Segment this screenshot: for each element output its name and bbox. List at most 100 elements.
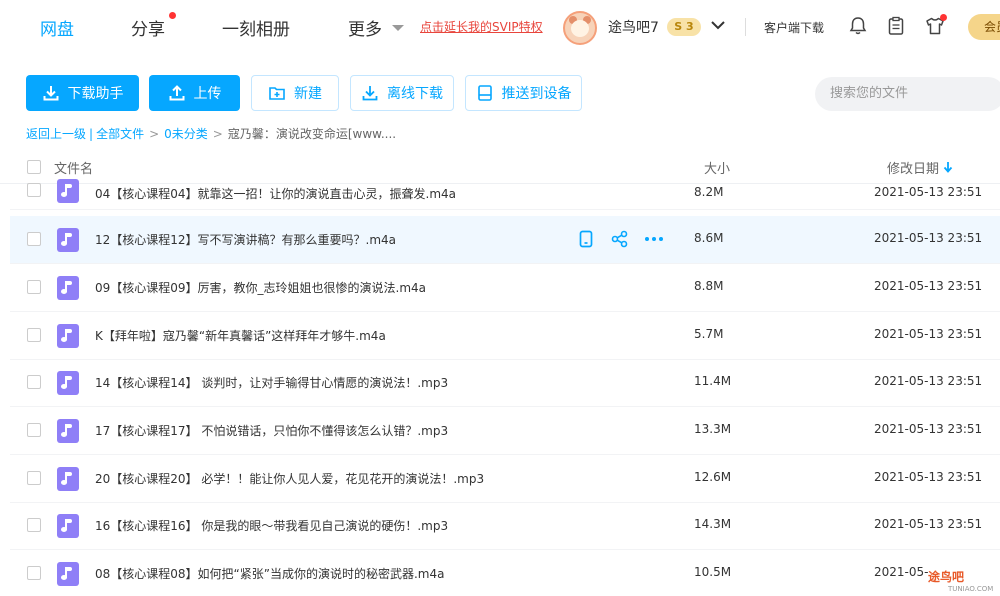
breadcrumb: 返回上一级 | 全部文件 >0未分类 > 寇乃馨：演说改变命运[www.... xyxy=(26,127,397,141)
file-date: 2021-05-13 23:51 xyxy=(874,279,983,293)
file-date: 2021-05-13 23:51 xyxy=(874,470,983,484)
file-date: 2021-05-13 23:51 xyxy=(874,185,983,199)
audio-file-icon xyxy=(57,419,79,443)
more-icon[interactable] xyxy=(644,229,664,249)
bell-icon[interactable] xyxy=(848,16,868,36)
file-date: 2021-05-13 23:51 xyxy=(874,517,983,531)
row-checkbox[interactable] xyxy=(27,232,41,246)
table-row[interactable]: K【拜年啦】寇乃馨“新年真馨话”这样拜年才够牛.m4a 5.7M 2021-05… xyxy=(10,312,1000,360)
offline-download-button[interactable]: 离线下载 xyxy=(350,75,454,111)
download-helper-button[interactable]: 下载助手 xyxy=(26,75,139,111)
file-date: 2021-05-13 23:51 xyxy=(874,327,983,341)
svip-promo-link[interactable]: 点击延长我的SVIP特权 xyxy=(420,18,543,35)
new-folder-label: 新建 xyxy=(294,86,322,102)
device-icon xyxy=(477,85,492,101)
chevron-down-icon[interactable] xyxy=(711,20,725,30)
new-folder-button[interactable]: 新建 xyxy=(251,75,339,111)
audio-file-icon xyxy=(57,562,79,586)
row-checkbox[interactable] xyxy=(27,183,41,197)
file-name[interactable]: 14【核心课程14】 谈判时，让对手输得甘心情愿的演说法！.mp3 xyxy=(95,374,448,391)
search-input[interactable] xyxy=(815,77,1000,111)
nav-tab-album[interactable]: 一刻相册 xyxy=(222,15,290,40)
client-download-link[interactable]: 客户端下载 xyxy=(764,19,824,36)
file-list: 04【核心课程04】就靠这一招！让你的演说直击心灵，振聋发.m4a 8.2M 2… xyxy=(0,170,1000,596)
file-date: 2021-05-13 23:51 xyxy=(874,374,983,388)
audio-file-icon xyxy=(57,514,79,538)
new-folder-icon xyxy=(269,87,285,100)
chevron-down-icon[interactable] xyxy=(392,25,404,31)
file-date: 2021-05- xyxy=(874,565,929,579)
file-size: 5.7M xyxy=(694,327,724,341)
table-row[interactable]: 09【核心课程09】厉害，教你_志玲姐姐也很惨的演说法.m4a 8.8M 202… xyxy=(10,264,1000,312)
file-size: 11.4M xyxy=(694,374,732,388)
table-row[interactable]: 16【核心课程16】 你是我的眼～带我看见自己演说的硬伤！.mp3 14.3M … xyxy=(10,502,1000,550)
file-name[interactable]: K【拜年啦】寇乃馨“新年真馨话”这样拜年才够牛.m4a xyxy=(95,327,386,344)
audio-file-icon xyxy=(57,324,79,348)
table-row[interactable]: 12【核心课程12】写不写演讲稿？有那么重要吗？.m4a 8.6M 2021-0… xyxy=(10,216,1000,264)
download-helper-label: 下载助手 xyxy=(67,86,124,102)
file-date: 2021-05-13 23:51 xyxy=(874,231,983,245)
notification-dot xyxy=(169,12,176,19)
push-to-device-label: 推送到设备 xyxy=(501,86,572,102)
row-checkbox[interactable] xyxy=(27,471,41,485)
table-row[interactable]: 17【核心课程17】 不怕说错话，只怕你不懂得该怎么认错？.mp3 13.3M … xyxy=(10,407,1000,455)
file-size: 10.5M xyxy=(694,565,732,579)
audio-file-icon xyxy=(57,276,79,300)
file-size: 13.3M xyxy=(694,422,732,436)
file-name[interactable]: 08【核心课程08】如何把“紧张”当成你的演说时的秘密武器.m4a xyxy=(95,565,444,582)
file-size: 8.2M xyxy=(694,185,724,199)
file-name[interactable]: 20【核心课程20】 必学！！能让你人见人爱，花见花开的演说法！.mp3 xyxy=(95,470,484,487)
row-checkbox[interactable] xyxy=(27,328,41,342)
watermark-subtext: TUNIAO.COM xyxy=(948,585,994,593)
file-name[interactable]: 16【核心课程16】 你是我的眼～带我看见自己演说的硬伤！.mp3 xyxy=(95,517,448,534)
device-icon[interactable] xyxy=(576,229,596,249)
upload-label: 上传 xyxy=(193,86,222,102)
file-size: 8.8M xyxy=(694,279,724,293)
table-row[interactable]: 04【核心课程04】就靠这一招！让你的演说直击心灵，振聋发.m4a 8.2M 2… xyxy=(10,170,1000,210)
coin-badge: S 3 xyxy=(667,18,701,36)
file-date: 2021-05-13 23:51 xyxy=(874,422,983,436)
clipboard-icon[interactable] xyxy=(886,16,906,36)
file-name[interactable]: 12【核心课程12】写不写演讲稿？有那么重要吗？.m4a xyxy=(95,231,396,248)
username[interactable]: 途鸟吧7 xyxy=(608,17,659,37)
row-checkbox[interactable] xyxy=(27,375,41,389)
breadcrumb-uncategorized[interactable]: 0未分类 xyxy=(164,127,208,141)
divider xyxy=(745,18,746,36)
push-to-device-button[interactable]: 推送到设备 xyxy=(465,75,582,111)
audio-file-icon xyxy=(57,179,79,203)
row-checkbox[interactable] xyxy=(27,423,41,437)
audio-file-icon xyxy=(57,228,79,252)
nav-tab-netdisk[interactable]: 网盘 xyxy=(40,15,74,40)
toolbar: 下载助手 上传 新建 离线下载 推送到设备 xyxy=(0,60,1000,120)
nav-tab-share[interactable]: 分享 xyxy=(131,15,165,40)
share-icon[interactable] xyxy=(610,229,630,249)
file-name[interactable]: 09【核心课程09】厉害，教你_志玲姐姐也很惨的演说法.m4a xyxy=(95,279,426,296)
file-name[interactable]: 04【核心课程04】就靠这一招！让你的演说直击心灵，振聋发.m4a xyxy=(95,185,456,202)
audio-file-icon xyxy=(57,371,79,395)
table-row[interactable]: 20【核心课程20】 必学！！能让你人见人爱，花见花开的演说法！.mp3 12.… xyxy=(10,455,1000,503)
upload-button[interactable]: 上传 xyxy=(149,75,240,111)
avatar[interactable] xyxy=(563,11,597,45)
top-nav: 网盘 分享 一刻相册 更多 点击延长我的SVIP特权 途鸟吧7 S 3 客户端下… xyxy=(0,0,1000,56)
watermark-text: 途鸟吧 xyxy=(928,570,965,584)
notification-dot xyxy=(940,14,947,21)
file-size: 12.6M xyxy=(694,470,732,484)
nav-tab-more[interactable]: 更多 xyxy=(348,15,382,40)
breadcrumb-back[interactable]: 返回上一级 xyxy=(26,127,86,141)
row-checkbox[interactable] xyxy=(27,280,41,294)
table-row[interactable]: 08【核心课程08】如何把“紧张”当成你的演说时的秘密武器.m4a 10.5M … xyxy=(10,550,1000,596)
table-row[interactable]: 14【核心课程14】 谈判时，让对手输得甘心情愿的演说法！.mp3 11.4M … xyxy=(10,359,1000,407)
file-size: 14.3M xyxy=(694,517,732,531)
offline-download-label: 离线下载 xyxy=(387,86,443,102)
breadcrumb-all-files[interactable]: 全部文件 xyxy=(96,127,144,141)
breadcrumb-current: 寇乃馨：演说改变命运[www.... xyxy=(227,127,397,141)
file-name[interactable]: 17【核心课程17】 不怕说错话，只怕你不懂得该怎么认错？.mp3 xyxy=(95,422,448,439)
download-icon xyxy=(43,86,58,101)
audio-file-icon xyxy=(57,467,79,491)
row-checkbox[interactable] xyxy=(27,518,41,532)
member-button[interactable]: 会员 xyxy=(968,14,1000,40)
row-checkbox[interactable] xyxy=(27,566,41,580)
upload-icon xyxy=(169,85,184,101)
offline-download-icon xyxy=(362,86,378,101)
row-actions xyxy=(576,229,664,249)
